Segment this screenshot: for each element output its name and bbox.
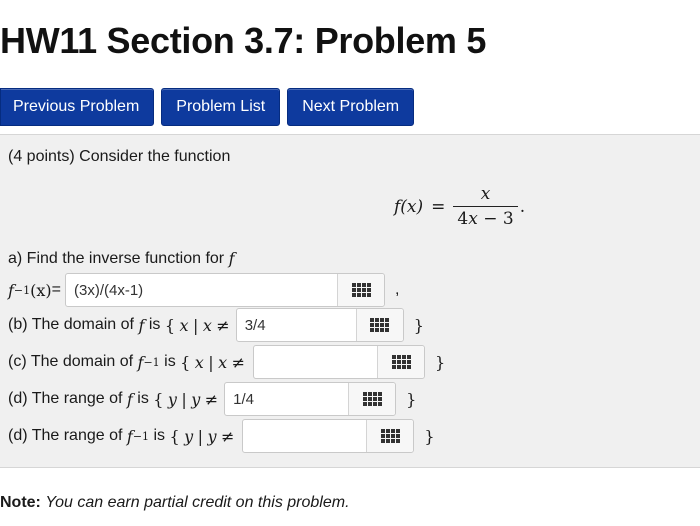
part-b-fn: f [138, 315, 145, 335]
part-b-brace-open: { [164, 315, 176, 335]
domain-f-input[interactable]: 3/4 [235, 308, 404, 342]
part-d1-bar: | [181, 389, 187, 409]
grid-icon [380, 429, 400, 443]
note-label: Note: [0, 494, 41, 511]
part-d2-row: (d) The range of f −1 is { y | y ≠ } [8, 419, 435, 453]
part-d2-neq: ≠ [220, 426, 235, 446]
inverse-function-input[interactable]: (3x)/(4x-1) [65, 273, 385, 307]
formula-fraction: x 4x − 3 [453, 184, 518, 229]
part-c-bar: | [208, 352, 214, 372]
previous-problem-button[interactable]: Previous Problem [0, 88, 155, 126]
part-d2-sup: −1 [132, 429, 150, 443]
part-b-row: (b) The domain of f is { x | x ≠ 3/4 } [8, 308, 424, 342]
part-b-var2: x [202, 315, 212, 335]
formula-denominator: 4x − 3 [453, 206, 518, 229]
part-b-is: is [148, 316, 161, 333]
part-b-var: x [179, 315, 189, 335]
equation-editor-button[interactable] [377, 346, 425, 378]
inverse-eq: = [51, 281, 61, 298]
part-d2-is: is [153, 427, 166, 444]
part-c-row: (c) The domain of f −1 is { x | x ≠ } [8, 345, 445, 379]
equation-editor-button[interactable] [366, 420, 414, 452]
problem-intro: (4 points) Consider the function [8, 148, 231, 165]
problem-nav: Previous Problem Problem List Next Probl… [0, 88, 415, 126]
part-b-bar: | [192, 315, 199, 335]
part-b-brace-close: } [413, 315, 424, 335]
equation-editor-button[interactable] [355, 309, 403, 341]
next-problem-button[interactable]: Next Problem [287, 88, 415, 126]
part-c-label: (c) The domain of [8, 353, 134, 370]
inverse-sup: −1 [13, 283, 31, 297]
part-c-sup: −1 [143, 355, 160, 369]
part-b-neq: ≠ [216, 315, 230, 335]
part-a-var: f [228, 249, 235, 268]
part-a-answer-row: f −1 (x) = (3x)/(4x-1) , [8, 273, 399, 307]
part-d1-neq: ≠ [204, 389, 219, 409]
page-title: HW11 Section 3.7: Problem 5 [0, 20, 487, 61]
domain-f-value: 3/4 [244, 316, 266, 334]
part-a-question: a) Find the inverse function for f [8, 249, 234, 268]
part-c-var2: x [218, 352, 228, 372]
part-d1-var: y [167, 389, 177, 409]
problem-list-button[interactable]: Problem List [161, 88, 281, 126]
part-d2-var: y [184, 426, 194, 446]
formula-equals: = [431, 196, 446, 217]
part-b-label: (b) The domain of [8, 316, 134, 333]
part-d2-var2: y [207, 426, 217, 446]
domain-finverse-input[interactable] [253, 345, 426, 379]
part-d1-var2: y [191, 389, 201, 409]
equation-editor-button[interactable] [337, 274, 384, 306]
part-d1-brace-close: } [406, 389, 417, 409]
grid-icon [370, 318, 390, 332]
formula-period: . [519, 196, 526, 217]
function-formula: f(x) = x 4x − 3 . [394, 184, 525, 229]
part-c-var: x [194, 352, 204, 372]
inverse-function-value: (3x)/(4x-1) [74, 281, 144, 299]
part-c-brace-close: } [435, 352, 446, 372]
part-d2-brace-open: { [169, 426, 180, 446]
part-a-comma: , [395, 281, 400, 298]
part-d2-label: (d) The range of [8, 427, 123, 444]
denominator-coef: 4 [457, 209, 469, 229]
part-d2-brace-close: } [424, 426, 435, 446]
equation-editor-button[interactable] [348, 383, 396, 415]
denominator-var: x [468, 209, 478, 229]
partial-credit-note: Note: You can earn partial credit on thi… [0, 494, 350, 512]
denominator-rest: − 3 [477, 209, 514, 229]
grid-icon [351, 283, 371, 297]
inverse-arg: (x) [30, 280, 52, 300]
range-f-value: 1/4 [233, 390, 255, 408]
part-d1-label: (d) The range of [8, 390, 123, 407]
part-a-label: a) Find the inverse function for [8, 249, 225, 267]
part-c-neq: ≠ [231, 352, 246, 372]
part-d2-bar: | [197, 426, 204, 446]
part-d1-is: is [137, 390, 149, 407]
note-text: You can earn partial credit on this prob… [45, 494, 350, 511]
range-finverse-input[interactable] [242, 419, 415, 453]
part-d1-brace-open: { [153, 389, 164, 409]
part-c-brace-open: { [180, 352, 191, 372]
part-c-is: is [164, 353, 176, 370]
part-d1-fn: f [126, 389, 133, 409]
grid-icon [362, 392, 382, 406]
formula-numerator: x [480, 184, 491, 204]
range-f-input[interactable]: 1/4 [224, 382, 397, 416]
part-d1-row: (d) The range of f is { y | y ≠ 1/4 } [8, 382, 416, 416]
formula-lhs: f(x) [394, 196, 424, 217]
grid-icon [391, 355, 411, 369]
